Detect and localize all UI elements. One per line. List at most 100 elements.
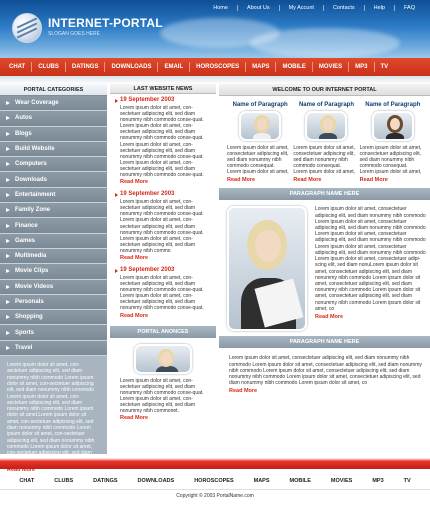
- nav-tv[interactable]: TV: [375, 62, 395, 72]
- arrow-right-icon: [6, 116, 10, 121]
- arrow-right-icon: [6, 254, 10, 259]
- footer-nav-maps[interactable]: MAPS: [244, 478, 280, 484]
- news-read-more-link[interactable]: Read More: [120, 313, 210, 319]
- card-photo[interactable]: [371, 111, 414, 141]
- arrow-right-icon: [6, 131, 10, 136]
- sidebar-item-wear-coverage[interactable]: Wear Coverage: [0, 96, 107, 112]
- nav-downloads[interactable]: DOWNLOADS: [105, 62, 159, 72]
- arrow-right-icon: [6, 300, 10, 304]
- announce-read-more-link[interactable]: Read More: [120, 415, 210, 421]
- nav-email[interactable]: EMAIL: [158, 62, 191, 72]
- news-read-more-link[interactable]: Read More: [120, 179, 210, 185]
- sidebar-item-label: Build Website: [15, 146, 55, 153]
- cloud-decoration: [250, 28, 400, 58]
- top-nav-about-us[interactable]: About Us: [236, 5, 279, 11]
- top-nav-help[interactable]: Help: [363, 5, 394, 11]
- footer-nav-tv[interactable]: TV: [394, 478, 421, 484]
- news-text: Lorem ipsum dolor sit amet, con-sectetue…: [120, 105, 204, 179]
- sidebar-item-movie-clips[interactable]: Movie Clips: [0, 264, 107, 280]
- footer-nav-mp3[interactable]: MP3: [362, 478, 393, 484]
- sidebar-item-blogs[interactable]: Blogs: [0, 126, 107, 142]
- card-read-more-link[interactable]: Read More: [360, 177, 426, 183]
- footer-nav-chat[interactable]: CHAT: [9, 478, 44, 484]
- sidebar-item-label: Blogs: [15, 130, 32, 137]
- nav-horoscopes[interactable]: HOROSCOPES: [190, 62, 247, 72]
- footer-nav-horoscopes[interactable]: HOROSCOPES: [184, 478, 243, 484]
- news-text: Lorem ipsum dolor sit amet, con-sectetue…: [120, 274, 204, 312]
- top-nav-my-account[interactable]: My Accunt: [278, 5, 323, 11]
- site-title[interactable]: INTERNET-PORTAL: [48, 16, 163, 30]
- arrow-right-icon: [6, 345, 10, 350]
- sidebar-item-label: Autos: [15, 115, 32, 122]
- sidebar-item-finance[interactable]: Finance: [0, 218, 107, 234]
- card-title[interactable]: Name of Paragraph: [293, 102, 359, 108]
- footer-nav-datings[interactable]: DATINGS: [83, 478, 127, 484]
- arrow-right-icon: [6, 269, 10, 274]
- footer-nav-mobile[interactable]: MOBILE: [280, 478, 321, 484]
- sidebar-item-autos[interactable]: Autos: [0, 111, 107, 127]
- card-read-more-link[interactable]: Read More: [227, 177, 293, 183]
- sidebar-item-label: Entertainment: [15, 191, 56, 198]
- news-item: 19 September 2003 Lorem ipsum dolor sit …: [110, 188, 216, 264]
- paragraph-read-more-link[interactable]: Read More: [229, 388, 424, 394]
- sidebar-item-movie-videos[interactable]: Movie Videos: [0, 279, 107, 295]
- arrow-right-icon: [6, 315, 10, 320]
- top-nav-contacts[interactable]: Contacts: [322, 5, 364, 11]
- main-nav: CHAT CLUBS DATINGS DOWNLOADS EMAIL HOROS…: [0, 58, 430, 76]
- sidebar-item-entertainment[interactable]: Entertainment: [0, 187, 107, 204]
- card-read-more-link[interactable]: Read More: [293, 177, 359, 183]
- sidebar-item-personals[interactable]: Personals: [0, 294, 107, 311]
- nav-chat[interactable]: CHAT: [3, 62, 33, 72]
- arrow-right-icon: [6, 101, 10, 106]
- sidebar-item-games[interactable]: Games: [0, 233, 107, 249]
- news-title: LAST WEBSITE NEWS: [110, 84, 216, 94]
- nav-mp3[interactable]: MP3: [349, 62, 375, 72]
- arrow-right-icon: [6, 162, 10, 167]
- sidebar-item-multimedia[interactable]: Multimedia: [0, 248, 107, 265]
- announce-photo[interactable]: [134, 343, 192, 374]
- top-nav-home[interactable]: Home: [204, 5, 237, 11]
- card-text: Lorem ipsum dolor sit amet, consectetuer…: [227, 145, 289, 176]
- globe-logo-icon[interactable]: [12, 13, 42, 43]
- paragraph-section: Lorem ipsum dolor sit amet, consectetuer…: [219, 348, 430, 394]
- nav-shadow-strip: [0, 76, 430, 84]
- sidebar-item-family-zone[interactable]: Family Zone: [0, 203, 107, 219]
- footer-nav-clubs[interactable]: CLUBS: [44, 478, 83, 484]
- nav-mobile[interactable]: MOBILE: [276, 62, 313, 72]
- card-photo[interactable]: [305, 111, 348, 141]
- top-nav: Home About Us My Accunt Contacts Help FA…: [204, 3, 424, 13]
- news-item: 19 September 2003 Lorem ipsum dolor sit …: [110, 94, 216, 188]
- nav-maps[interactable]: MAPS: [246, 62, 277, 72]
- sidebar-item-build-website[interactable]: Build Website: [0, 141, 107, 158]
- card-title[interactable]: Name of Paragraph: [360, 102, 426, 108]
- top-nav-faq[interactable]: FAQ: [393, 5, 424, 11]
- arrow-right-icon: [6, 208, 10, 213]
- news-item: 19 September 2003 Lorem ipsum dolor sit …: [110, 264, 216, 322]
- news-date: 19 September 2003: [120, 97, 210, 103]
- sidebar-item-sports[interactable]: Sports: [0, 325, 107, 341]
- sidebar-item-travel[interactable]: Travel: [0, 340, 107, 357]
- card-photo[interactable]: [239, 111, 282, 141]
- sidebar-item-label: Movie Videos: [15, 283, 54, 290]
- sidebar-item-computers[interactable]: Computers: [0, 157, 107, 173]
- paragraph-title: PARAGRAPH NAME HERE: [219, 188, 430, 201]
- sidebar-item-shopping[interactable]: Shopping: [0, 310, 107, 326]
- news-date: 19 September 2003: [120, 267, 210, 273]
- paragraph-read-more-link[interactable]: Read More: [315, 314, 426, 320]
- sidebar-text: Lorem ipsum dolor sit amet, con-sectetue…: [7, 362, 95, 462]
- arrow-right-icon: [6, 284, 10, 289]
- footer-red-bar: [0, 458, 430, 469]
- nav-clubs[interactable]: CLUBS: [32, 62, 66, 72]
- footer-nav-movies[interactable]: MOVIES: [321, 478, 362, 484]
- sidebar-item-downloads[interactable]: Downloads: [0, 172, 107, 188]
- nav-datings[interactable]: DATINGS: [66, 62, 106, 72]
- sidebar-item-label: Games: [15, 237, 36, 244]
- sidebar-item-label: Finance: [15, 222, 38, 229]
- footer-nav-downloads[interactable]: DOWNLOADS: [128, 478, 185, 484]
- arrow-right-icon: [6, 330, 10, 335]
- paragraph-photo[interactable]: [227, 206, 307, 332]
- paragraph-card: Name of Paragraph Lorem ipsum dolor sit …: [360, 102, 426, 183]
- card-title[interactable]: Name of Paragraph: [227, 102, 293, 108]
- nav-movies[interactable]: MOVIES: [313, 62, 350, 72]
- news-read-more-link[interactable]: Read More: [120, 255, 210, 261]
